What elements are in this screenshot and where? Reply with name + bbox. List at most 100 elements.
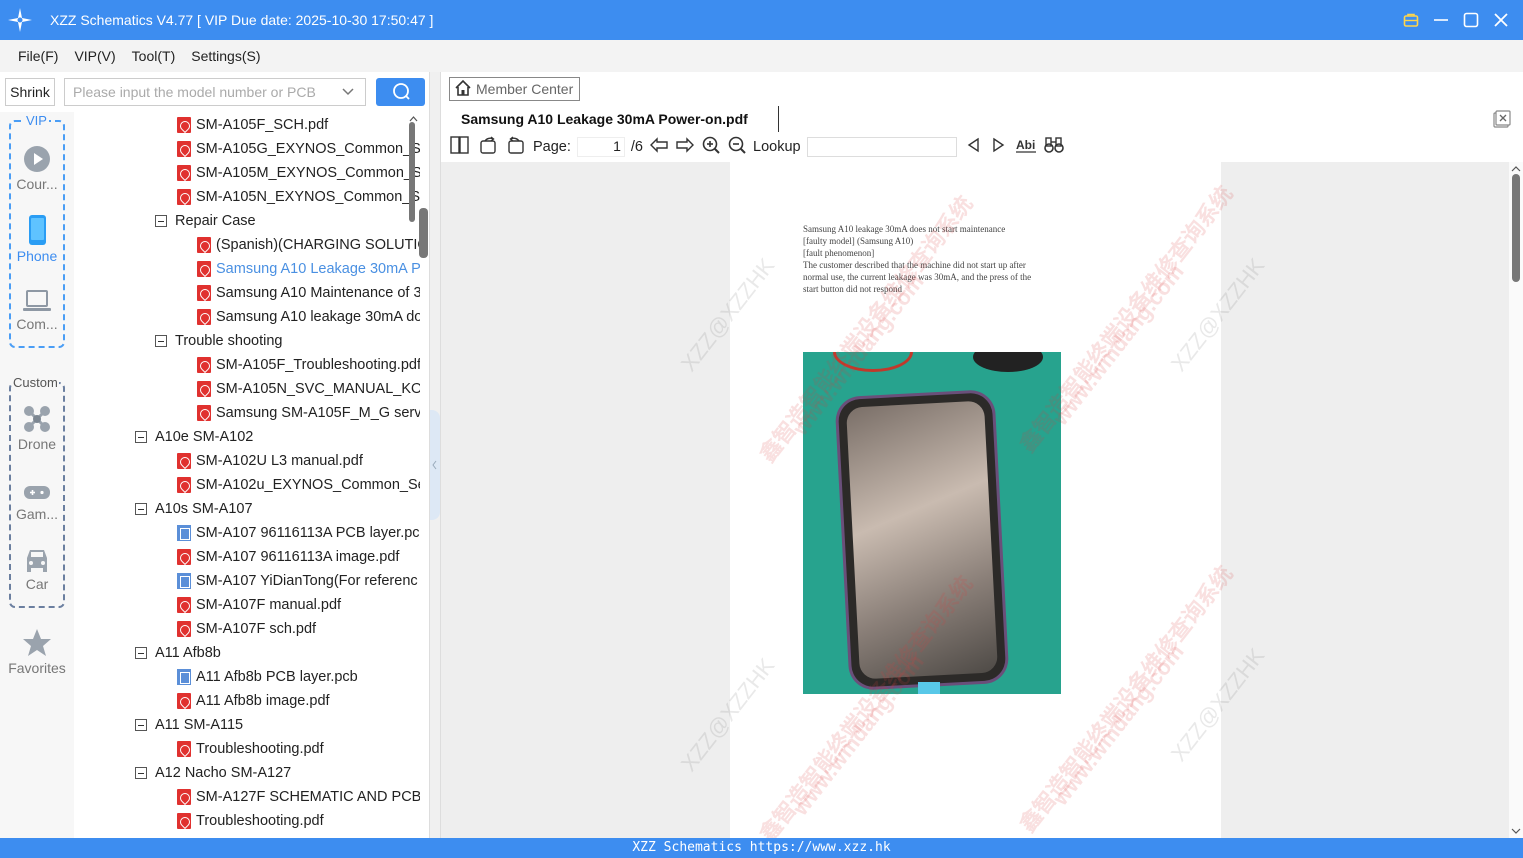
collapse-toggle-icon[interactable] bbox=[135, 767, 147, 779]
minimize-button[interactable] bbox=[1433, 12, 1449, 28]
close-all-tabs-icon[interactable] bbox=[1493, 110, 1511, 131]
tree-scroll-thumb[interactable] bbox=[419, 208, 428, 258]
next-page-icon[interactable] bbox=[675, 136, 695, 158]
two-page-view-icon[interactable] bbox=[449, 135, 471, 159]
tree-file[interactable]: SM-A105N_SVC_MANUAL_KOR. bbox=[197, 377, 420, 401]
tree-folder[interactable]: A11 SM-A115 bbox=[135, 713, 243, 737]
tree-file[interactable]: SM-A102u_EXYNOS_Common_Serv bbox=[177, 473, 420, 497]
collapse-toggle-icon[interactable] bbox=[155, 215, 167, 227]
sidebar-item-phone[interactable]: Phone bbox=[5, 214, 69, 264]
lookup-input[interactable] bbox=[806, 137, 957, 157]
tree-file[interactable]: SM-A105M_EXYNOS_Common_Ser bbox=[177, 161, 420, 185]
tree-file[interactable]: A11 Afb8b PCB layer.pcb bbox=[177, 665, 358, 689]
tree-file[interactable]: SM-A102U L3 manual.pdf bbox=[177, 449, 363, 473]
member-center-label: Member Center bbox=[476, 81, 574, 97]
tree-folder[interactable]: A10s SM-A107 bbox=[135, 497, 253, 521]
pdf-text-line: The customer described that the machine … bbox=[803, 260, 1026, 270]
viewer-scroll-thumb[interactable] bbox=[1512, 174, 1520, 282]
sidebar-item-car[interactable]: Car bbox=[5, 546, 69, 592]
match-case-icon[interactable]: Abi bbox=[1015, 136, 1037, 158]
find-next-icon[interactable] bbox=[989, 136, 1009, 158]
maximize-button[interactable] bbox=[1463, 12, 1479, 28]
tree-item-label: SM-A102u_EXYNOS_Common_Serv bbox=[196, 477, 420, 493]
menu-file[interactable]: File(F) bbox=[18, 48, 58, 64]
tree-file[interactable]: Samsung A10 Leakage 30mA Po bbox=[197, 257, 420, 281]
pdf-file-icon bbox=[177, 693, 191, 709]
tree-file[interactable]: SM-A105F_Troubleshooting.pdf bbox=[197, 353, 420, 377]
tree-folder[interactable]: A12 Nacho SM-A127 bbox=[135, 761, 291, 785]
tree-file[interactable]: Samsung A10 Maintenance of 3 bbox=[197, 281, 420, 305]
tree-folder[interactable]: A10e SM-A102 bbox=[135, 425, 253, 449]
member-center-button[interactable]: Member Center bbox=[449, 77, 581, 101]
tree-file[interactable]: SM-A105F_SCH.pdf bbox=[177, 113, 328, 137]
sidebar-item-computer[interactable]: Com... bbox=[5, 288, 69, 332]
tree-file[interactable]: Samsung SM-A105F_M_G servic bbox=[197, 401, 420, 425]
menu-settings[interactable]: Settings(S) bbox=[191, 48, 260, 64]
menu-vip[interactable]: VIP(V) bbox=[74, 48, 115, 64]
page-label: Page: bbox=[533, 139, 571, 155]
tree-item-label: SM-A107 96116113A PCB layer.pcb bbox=[196, 525, 420, 541]
tree-file[interactable]: SM-A107F manual.pdf bbox=[177, 593, 341, 617]
tree-file[interactable]: A11 Afb8b image.pdf bbox=[177, 689, 330, 713]
collapse-toggle-icon[interactable] bbox=[135, 503, 147, 515]
lookup-label: Lookup bbox=[753, 139, 801, 155]
tree-item-label: SM-A102U L3 manual.pdf bbox=[196, 453, 363, 469]
sidebar-item-label: Favorites bbox=[8, 660, 66, 676]
collapse-toggle-icon[interactable] bbox=[135, 647, 147, 659]
page-number-input[interactable]: 1 bbox=[576, 137, 625, 157]
document-pane: Member Center Samsung A10 Leakage 30mA P… bbox=[441, 72, 1523, 838]
shrink-button[interactable]: Shrink bbox=[5, 78, 55, 106]
pdf-file-icon bbox=[177, 189, 191, 205]
tree-file[interactable]: (Spanish)(CHARGING SOLUTION bbox=[197, 233, 420, 257]
tree-file[interactable]: Samsung A10 leakage 30mA do bbox=[197, 305, 420, 329]
sidebar-item-drone[interactable]: Drone bbox=[5, 404, 69, 452]
search-button[interactable] bbox=[376, 78, 425, 106]
tree-file[interactable]: SM-A107 96116113A PCB layer.pcb bbox=[177, 521, 420, 545]
sidebar-item-label: Drone bbox=[17, 436, 57, 452]
previous-page-icon[interactable] bbox=[649, 136, 669, 158]
sidebar-item-courses[interactable]: Cour... bbox=[5, 144, 69, 192]
collapse-toggle-icon[interactable] bbox=[135, 719, 147, 731]
tree-item-label: Troubleshooting.pdf bbox=[196, 813, 324, 829]
tree-file[interactable]: SM-A105N_EXYNOS_Common_Ser bbox=[177, 185, 420, 209]
vip-bag-icon[interactable] bbox=[1403, 12, 1419, 28]
rotate-left-icon[interactable] bbox=[477, 135, 499, 159]
vip-group-label: VIP bbox=[24, 113, 49, 128]
tree-file[interactable]: SM-A107 96116113A image.pdf bbox=[177, 545, 399, 569]
tree-folder[interactable]: A11 Afb8b bbox=[135, 641, 221, 665]
tree-file[interactable]: SM-A107 YiDianTong(For referenc bbox=[177, 569, 418, 593]
search-input[interactable]: Please input the model number or PCB bbox=[64, 78, 366, 106]
sidebar-item-favorites[interactable]: Favorites bbox=[5, 628, 69, 676]
page-total: /6 bbox=[630, 139, 643, 155]
find-previous-icon[interactable] bbox=[963, 136, 983, 158]
pdf-file-icon bbox=[177, 141, 191, 157]
document-tab[interactable]: Samsung A10 Leakage 30mA Power-on.pdf bbox=[449, 106, 779, 132]
tree-item-label: Samsung SM-A105F_M_G servic bbox=[216, 405, 420, 421]
tree-folder[interactable]: Trouble shooting bbox=[155, 329, 282, 353]
menu-bar: File(F) VIP(V) Tool(T) Settings(S) bbox=[0, 40, 1523, 72]
pane-splitter[interactable] bbox=[430, 72, 441, 838]
zoom-out-icon[interactable] bbox=[727, 135, 747, 159]
close-button[interactable] bbox=[1493, 12, 1509, 28]
pdf-file-icon bbox=[177, 453, 191, 469]
tree-file[interactable]: SM-A127F SCHEMATIC AND PCB.p bbox=[177, 785, 420, 809]
tree-item-label: A12 Nacho SM-A127 bbox=[155, 765, 292, 781]
collapse-handle[interactable] bbox=[430, 410, 440, 520]
pdf-file-icon bbox=[197, 309, 211, 325]
rotate-right-icon[interactable] bbox=[505, 135, 527, 159]
tree-item-label: A11 SM-A115 bbox=[155, 717, 244, 733]
tree-folder[interactable]: Repair Case bbox=[155, 209, 256, 233]
find-binoculars-icon[interactable] bbox=[1043, 136, 1065, 158]
tree-file[interactable]: Troubleshooting.pdf bbox=[177, 809, 324, 833]
collapse-toggle-icon[interactable] bbox=[135, 431, 147, 443]
zoom-in-icon[interactable] bbox=[701, 135, 721, 159]
tree-file[interactable]: SM-A105G_EXYNOS_Common_Serv bbox=[177, 137, 420, 161]
menu-tool[interactable]: Tool(T) bbox=[132, 48, 176, 64]
collapse-toggle-icon[interactable] bbox=[155, 335, 167, 347]
chevron-down-icon[interactable] bbox=[341, 85, 355, 102]
tree-file[interactable]: SM-A107F sch.pdf bbox=[177, 617, 316, 641]
viewer-scrollbar[interactable] bbox=[1509, 162, 1523, 838]
tree-file[interactable]: Troubleshooting.pdf bbox=[177, 737, 324, 761]
sidebar-item-game[interactable]: Gam... bbox=[5, 480, 69, 522]
pdf-viewer[interactable]: Samsung A10 leakage 30mA does not start … bbox=[441, 162, 1523, 838]
